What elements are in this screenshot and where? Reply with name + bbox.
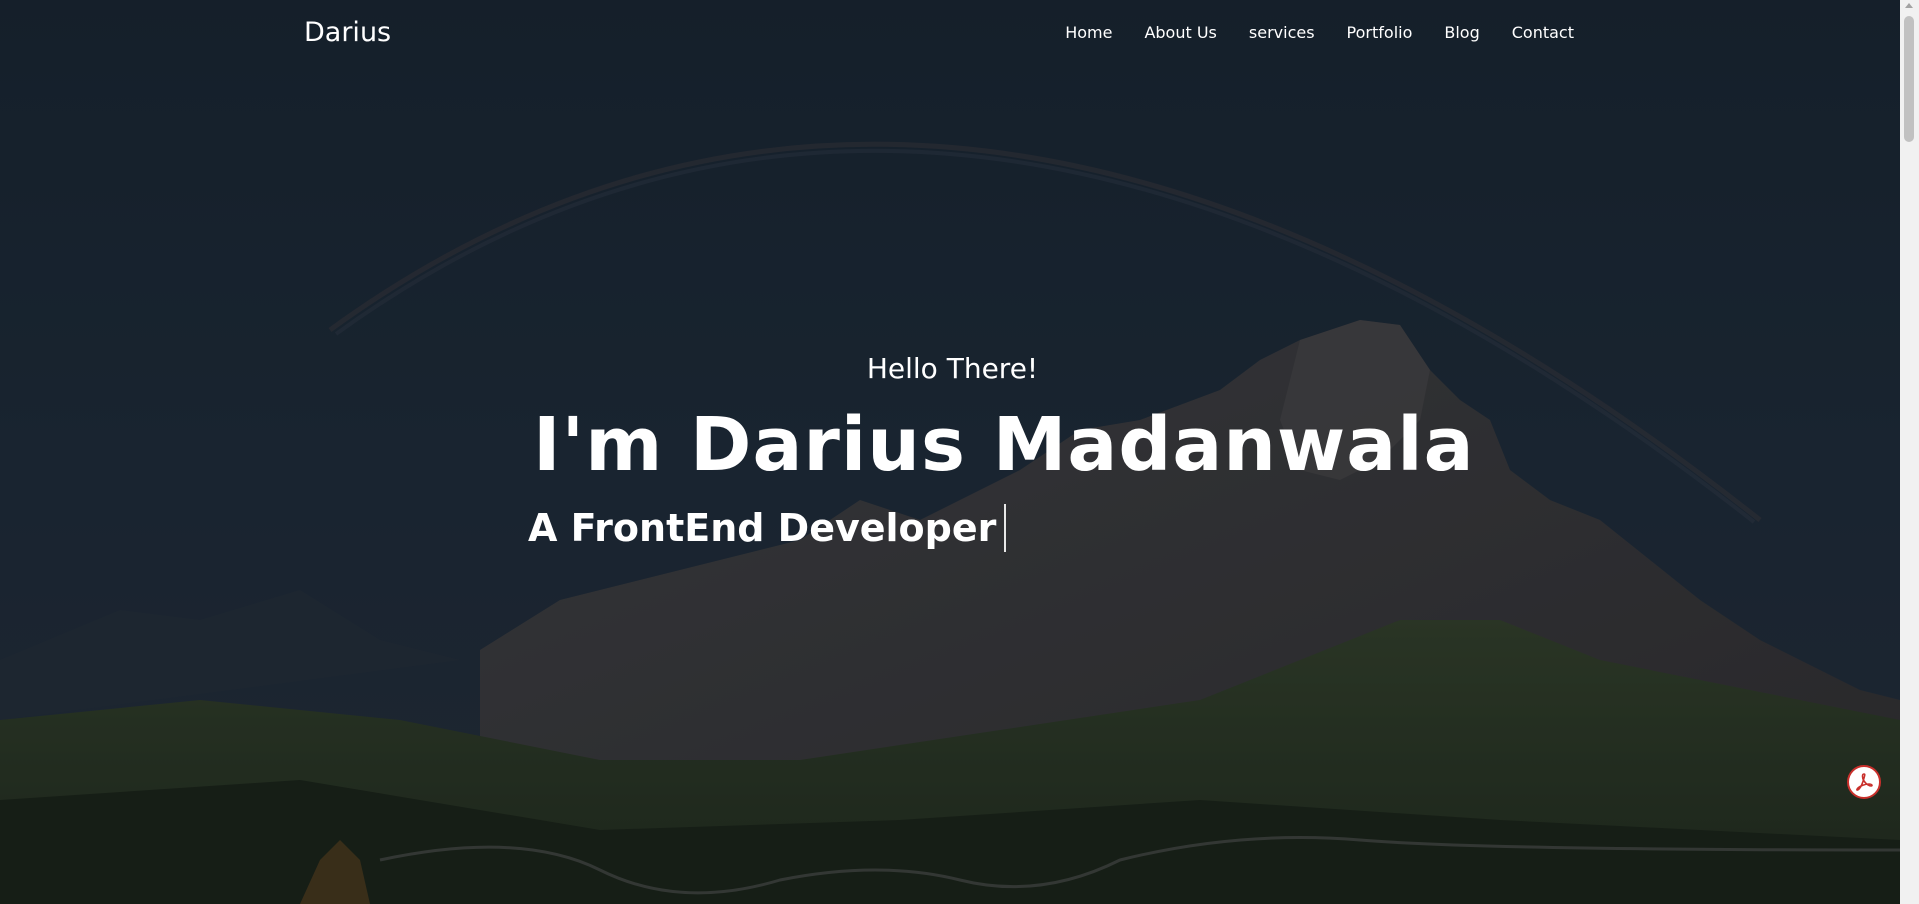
scroll-up-arrow-icon[interactable]	[1905, 3, 1913, 8]
vertical-scrollbar[interactable]	[1900, 0, 1919, 904]
typing-cursor	[1004, 504, 1007, 552]
hero-role-text: A FrontEnd Developer	[528, 506, 997, 550]
hero-greeting: Hello There!	[866, 352, 1039, 385]
pdf-download-button[interactable]	[1847, 765, 1881, 799]
pdf-icon	[1856, 773, 1873, 791]
hero-section: Hello There! I'm Darius Madanwala A Fron…	[0, 0, 1900, 904]
scrollbar-thumb[interactable]	[1904, 16, 1914, 142]
page: Darius Home About Us services Portfolio …	[0, 0, 1919, 904]
hero-headline: I'm Darius Madanwala	[533, 402, 1475, 488]
hero-role-line: A FrontEnd Developer	[528, 504, 1007, 552]
